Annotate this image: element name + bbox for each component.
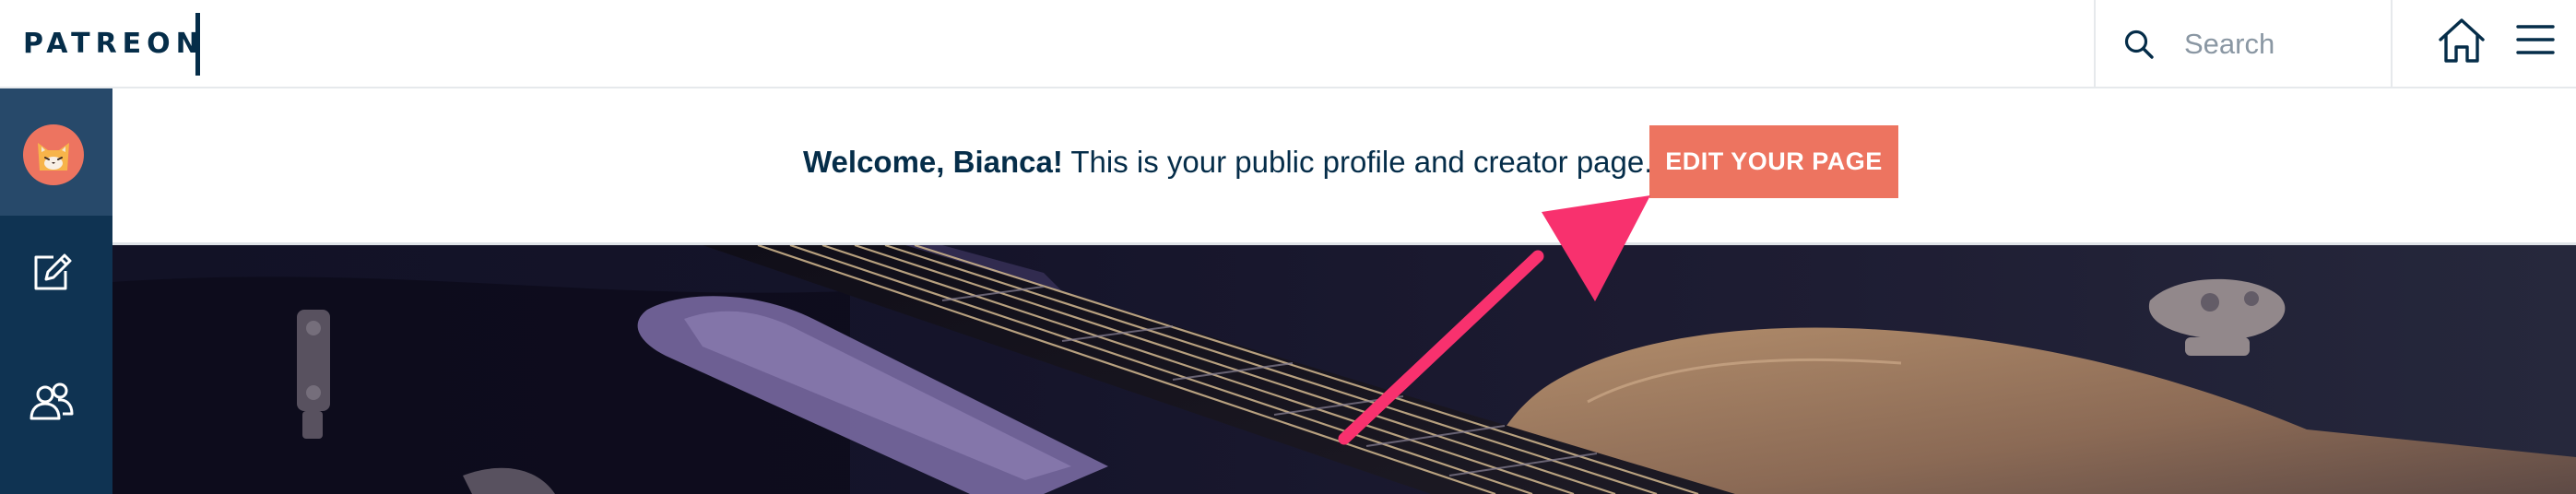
welcome-message: Welcome, Bianca! This is your public pro… <box>803 143 1652 182</box>
left-sidebar <box>0 88 112 494</box>
welcome-description: This is your public profile and creator … <box>1062 145 1653 179</box>
cover-photo <box>112 245 2576 494</box>
logo-divider <box>195 13 200 76</box>
welcome-banner: Welcome, Bianca! This is your public pro… <box>112 88 2576 245</box>
sidebar-item-community[interactable] <box>0 343 112 470</box>
welcome-greeting: Welcome, Bianca! <box>803 145 1063 179</box>
sidebar-item-create-post[interactable] <box>0 216 112 343</box>
top-navigation-bar: PATREON <box>0 0 2576 88</box>
search-bar <box>2094 0 2393 88</box>
hamburger-menu-icon[interactable] <box>2515 20 2556 61</box>
avatar[interactable] <box>23 124 84 185</box>
community-icon <box>30 382 74 420</box>
search-icon[interactable] <box>2123 29 2155 60</box>
sidebar-item-profile[interactable] <box>0 88 112 216</box>
guitar-cover-image <box>112 245 2576 494</box>
cat-avatar-icon <box>38 143 69 171</box>
home-icon[interactable] <box>2436 15 2487 66</box>
edit-your-page-button[interactable]: EDIT YOUR PAGE <box>1649 125 1898 198</box>
search-input[interactable] <box>2184 24 2378 65</box>
edit-post-icon <box>34 253 72 290</box>
patreon-logo[interactable]: PATREON <box>23 24 205 65</box>
